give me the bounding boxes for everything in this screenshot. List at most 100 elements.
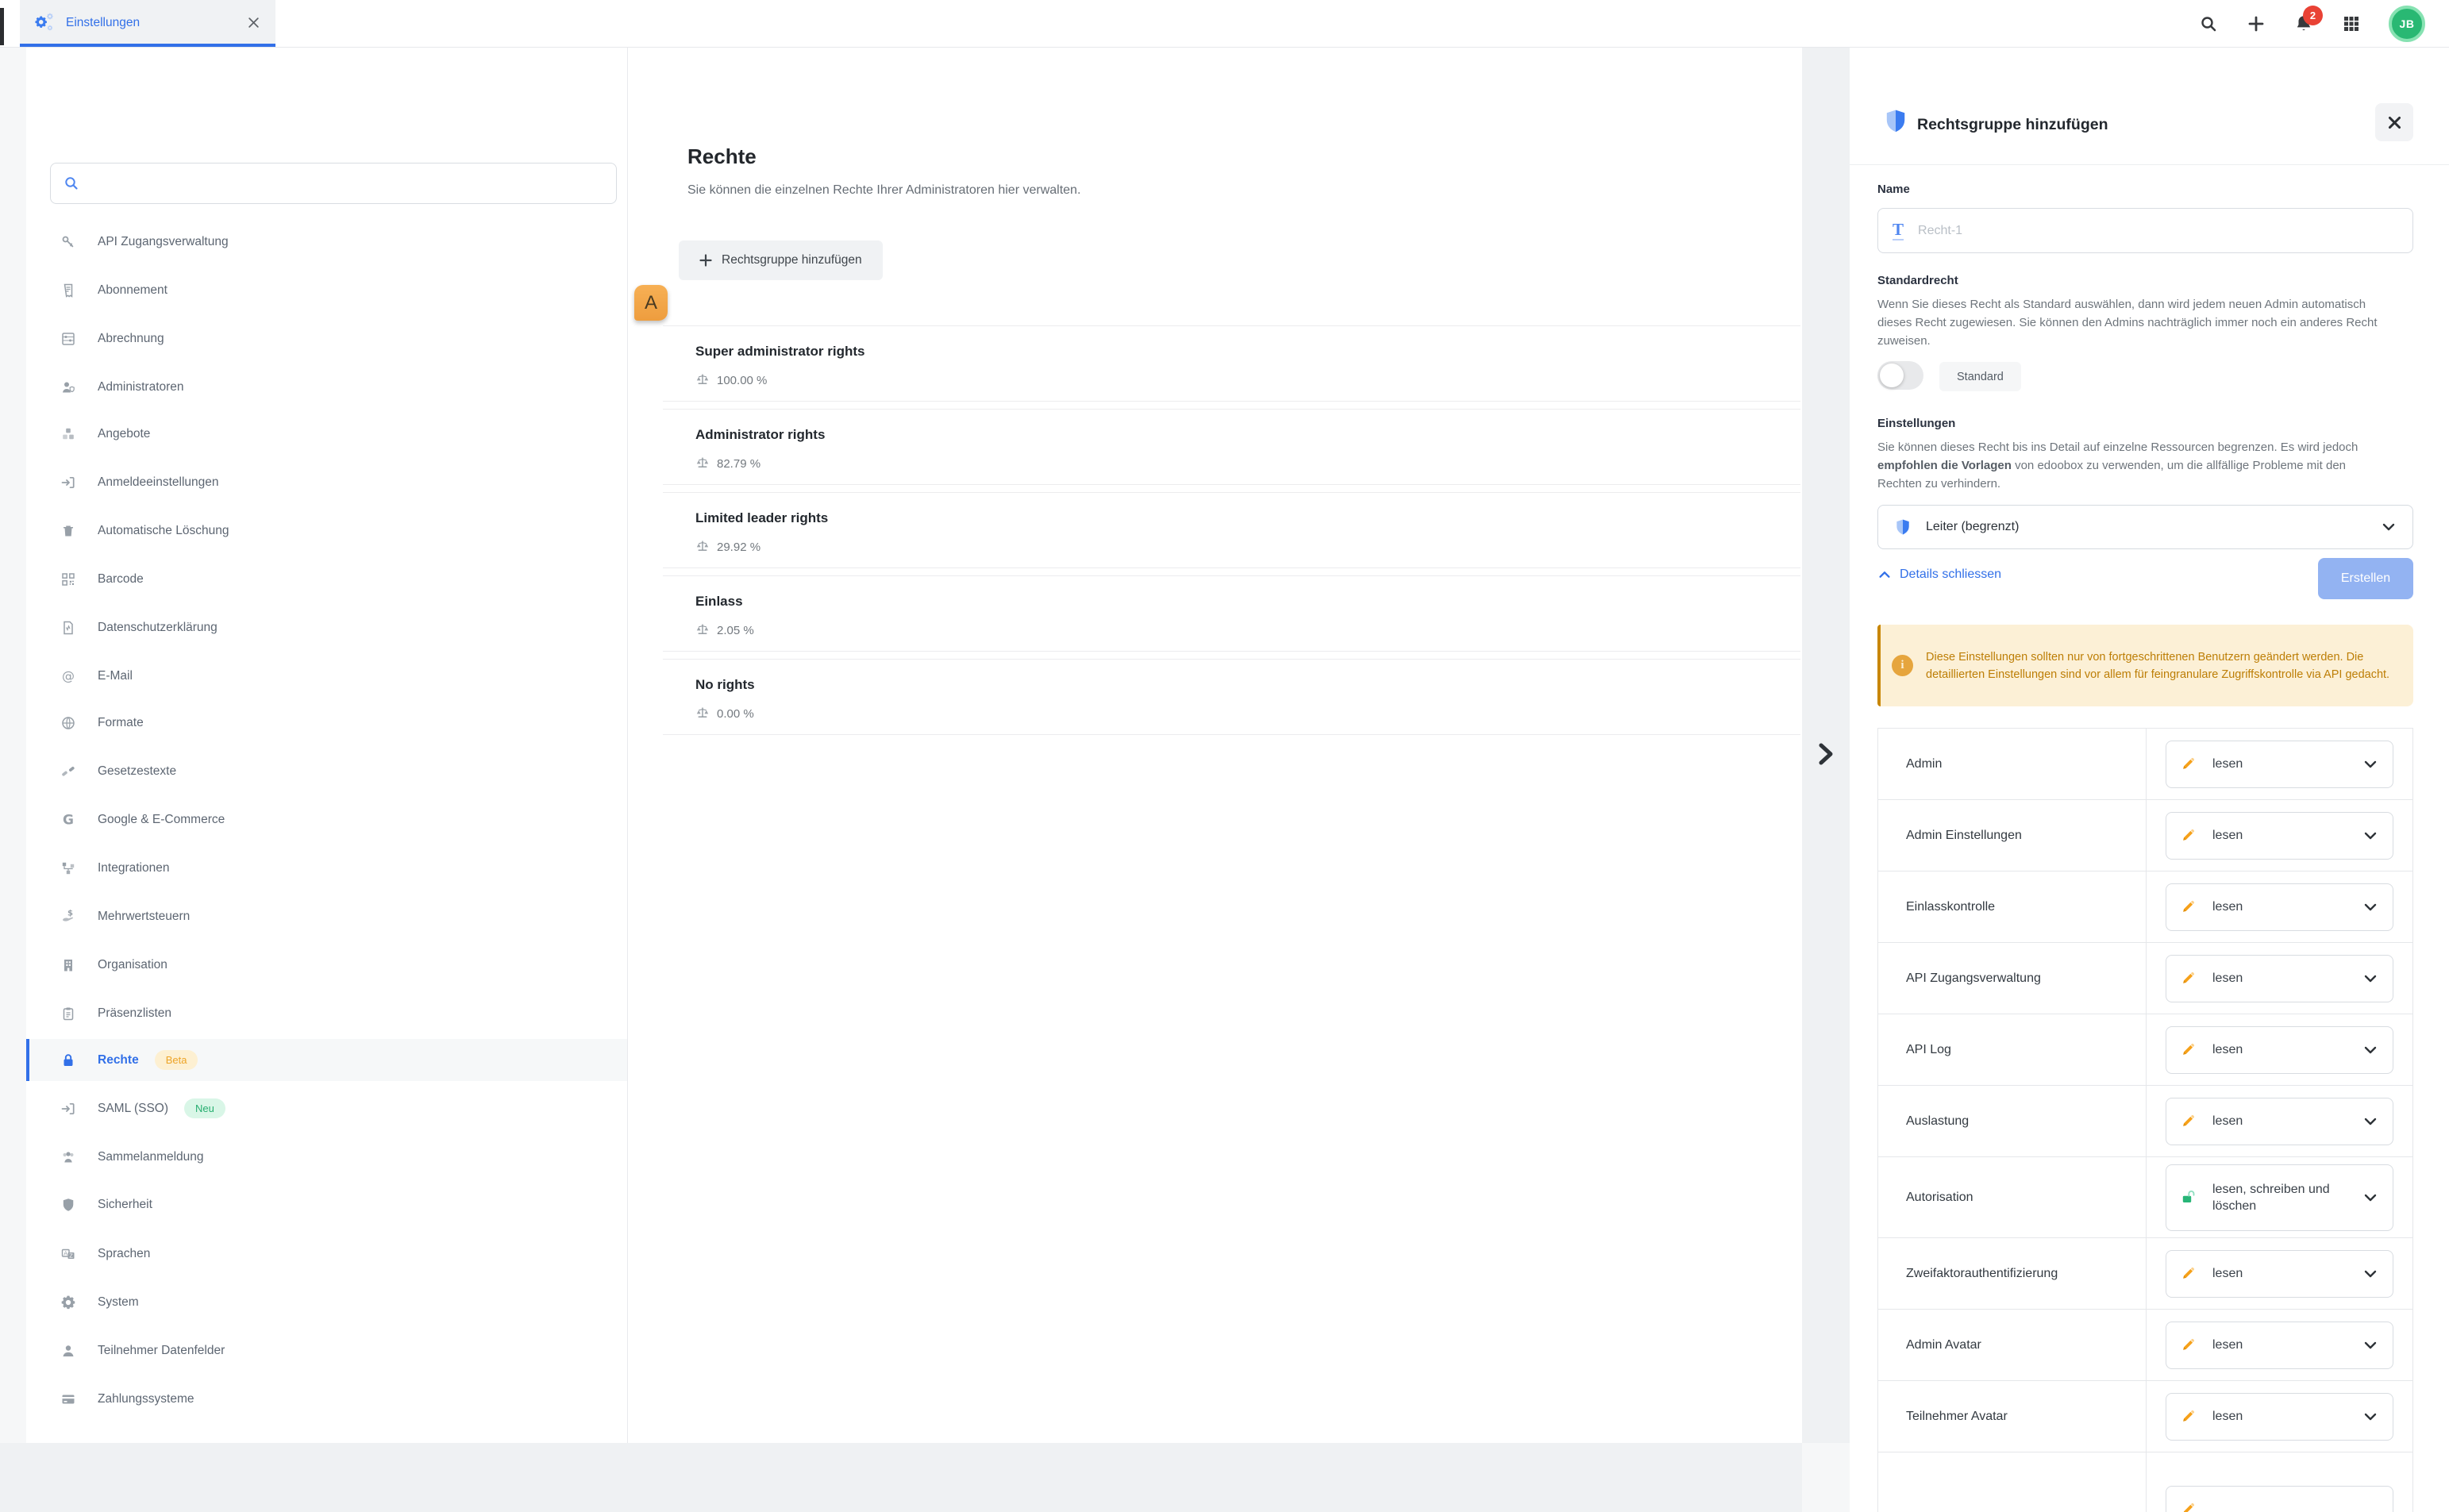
tab-active-underline (20, 44, 275, 47)
rights-group-name: Super administrator rights (695, 344, 864, 360)
user-avatar[interactable]: JB (2389, 6, 2425, 42)
sidebar-item-rechte[interactable]: RechteBeta (26, 1039, 627, 1081)
sidebar-item-label: Google & E-Commerce (98, 813, 225, 827)
close-details-link[interactable]: Details schliessen (1877, 567, 2001, 582)
sidebar-search-input[interactable] (89, 177, 603, 190)
card-icon (60, 1391, 77, 1408)
permission-row: API Loglesen (1878, 1014, 2412, 1086)
sidebar-item-e-mail[interactable]: @E-Mail (26, 655, 627, 697)
add-rights-group-button[interactable]: Rechtsgruppe hinzufügen (679, 240, 883, 280)
scale-icon (695, 456, 710, 471)
settings-description: Sie können dieses Recht bis ins Detail a… (1877, 438, 2392, 493)
pencil-icon (2181, 1113, 2198, 1130)
sidebar-item-api-zugangsverwaltung[interactable]: API Zugangsverwaltung (26, 221, 627, 263)
sidebar-item-datenschutzerkl-rung[interactable]: Datenschutzerklärung (26, 606, 627, 648)
sidebar-item-formate[interactable]: Formate (26, 702, 627, 744)
sidebar-item-google-e-commerce[interactable]: GGoogle & E-Commerce (26, 798, 627, 841)
permission-level-select[interactable]: lesen (2166, 741, 2393, 788)
sidebar-search[interactable] (50, 163, 617, 204)
sidebar-item-sammelanmeldung[interactable]: Sammelanmeldung (26, 1136, 627, 1178)
at-icon: @ (60, 668, 77, 685)
rights-group-row[interactable]: Super administrator rights 100.00 % (663, 325, 1800, 402)
add-icon[interactable] (2246, 13, 2266, 34)
permission-level-select[interactable]: lesen, schreiben und löschen (2166, 1164, 2393, 1231)
sidebar-item-barcode[interactable]: Barcode (26, 558, 627, 600)
rights-group-row[interactable]: Einlass2.05 % (663, 575, 1800, 652)
rights-group-name: Administrator rights (695, 427, 825, 443)
permission-level-select[interactable]: lesen (2166, 883, 2393, 931)
chevron-down-icon (2362, 1190, 2378, 1206)
notifications-bell-icon[interactable]: 2 (2293, 13, 2314, 34)
chevron-down-icon (2362, 756, 2378, 772)
standard-toggle[interactable] (1877, 361, 1923, 390)
sidebar-item-label: SAML (SSO) (98, 1102, 168, 1116)
sidebar-item-label: Organisation (98, 958, 168, 972)
chevron-down-icon (2362, 899, 2378, 915)
sidebar-item-sprachen[interactable]: AZSprachen (26, 1233, 627, 1275)
sidebar-item-label: Abonnement (98, 283, 168, 298)
sidebar-item-pr-senzlisten[interactable]: Präsenzlisten (26, 992, 627, 1034)
permission-level-value: lesen (2212, 970, 2348, 987)
sidebar-item-administratoren[interactable]: Administratoren (26, 366, 627, 408)
template-select[interactable]: Leiter (begrenzt) (1877, 505, 2413, 549)
document-icon (60, 619, 77, 637)
global-search-icon[interactable] (2198, 13, 2219, 34)
rights-group-row[interactable]: Limited leader rights29.92 % (663, 492, 1800, 568)
sidebar-item-automatische-l-schung[interactable]: Automatische Löschung (26, 510, 627, 552)
permission-level-select[interactable]: lesen (2166, 1098, 2393, 1145)
rights-group-percent: 100.00 % (695, 372, 767, 388)
chevron-down-icon (2362, 828, 2378, 844)
permission-level-value: lesen, schreiben und löschen (2212, 1181, 2348, 1214)
rights-group-row[interactable]: Administrator rights82.79 % (663, 409, 1800, 485)
sidebar-item-system[interactable]: System (26, 1281, 627, 1323)
sidebar-item-mehrwertsteuern[interactable]: $Mehrwertsteuern (26, 895, 627, 937)
permission-level-select[interactable]: lesen (2166, 1026, 2393, 1074)
permission-label: Zweifaktorauthentifizierung (1878, 1238, 2147, 1309)
permission-level-select[interactable] (2166, 1486, 2393, 1512)
permission-row: Teilnehmer Avatarlesen (1878, 1381, 2412, 1452)
law-icon (60, 763, 77, 780)
permission-level-select[interactable]: lesen (2166, 812, 2393, 860)
sidebar-item-anmeldeeinstellungen[interactable]: Anmeldeeinstellungen (26, 461, 627, 503)
sidebar-item-teilnehmer-datenfelder[interactable]: Teilnehmer Datenfelder (26, 1329, 627, 1372)
expand-panel-chevron[interactable] (1808, 735, 1843, 773)
svg-text:$: $ (67, 909, 73, 918)
sidebar-item-zahlungssysteme[interactable]: Zahlungssysteme (26, 1378, 627, 1420)
tab-close-icon[interactable] (245, 15, 261, 31)
sidebar-item-saml-sso[interactable]: SAML (SSO)Neu (26, 1087, 627, 1129)
name-input[interactable] (1918, 224, 2398, 238)
chevron-up-icon (1877, 567, 1892, 582)
name-field[interactable]: T (1877, 208, 2413, 253)
beta-badge: Beta (155, 1050, 198, 1070)
sidebar-item-abrechnung[interactable]: Abrechnung (26, 317, 627, 360)
pencil-icon (2181, 756, 2198, 773)
panel-close-button[interactable] (2375, 103, 2413, 141)
permission-level-value: lesen (2212, 1408, 2348, 1425)
permission-row: Autorisationlesen, schreiben und löschen (1878, 1157, 2412, 1238)
permission-level-select[interactable]: lesen (2166, 1322, 2393, 1369)
section-title: Rechte (687, 144, 757, 169)
settings-gear-icon (34, 13, 55, 33)
sidebar-item-gesetzestexte[interactable]: Gesetzestexte (26, 750, 627, 792)
settings-section-label: Einstellungen (1877, 417, 1955, 430)
trash-icon (60, 522, 77, 540)
tab-einstellungen[interactable]: Einstellungen (20, 0, 275, 45)
permission-level-select[interactable]: lesen (2166, 1250, 2393, 1298)
permission-level-select[interactable]: lesen (2166, 1393, 2393, 1441)
rights-group-name: Einlass (695, 594, 743, 610)
standard-description: Wenn Sie dieses Recht als Standard auswä… (1877, 295, 2392, 350)
sidebar-item-sicherheit[interactable]: Sicherheit (26, 1183, 627, 1225)
pencil-icon (2181, 1041, 2198, 1059)
sidebar-item-abonnement[interactable]: Abonnement (26, 269, 627, 311)
create-button[interactable]: Erstellen (2318, 558, 2413, 599)
chevron-down-icon (2362, 1337, 2378, 1353)
globe-icon (60, 714, 77, 732)
apps-grid-icon[interactable] (2341, 13, 2362, 34)
sidebar-item-angebote[interactable]: Angebote (26, 413, 627, 455)
rights-group-row[interactable]: No rights0.00 % (663, 659, 1800, 735)
pencil-icon (2181, 1337, 2198, 1354)
sidebar-item-organisation[interactable]: Organisation (26, 944, 627, 986)
sidebar-item-integrationen[interactable]: Integrationen (26, 847, 627, 889)
permission-level-select[interactable]: lesen (2166, 955, 2393, 1002)
info-icon: i (1892, 655, 1913, 676)
